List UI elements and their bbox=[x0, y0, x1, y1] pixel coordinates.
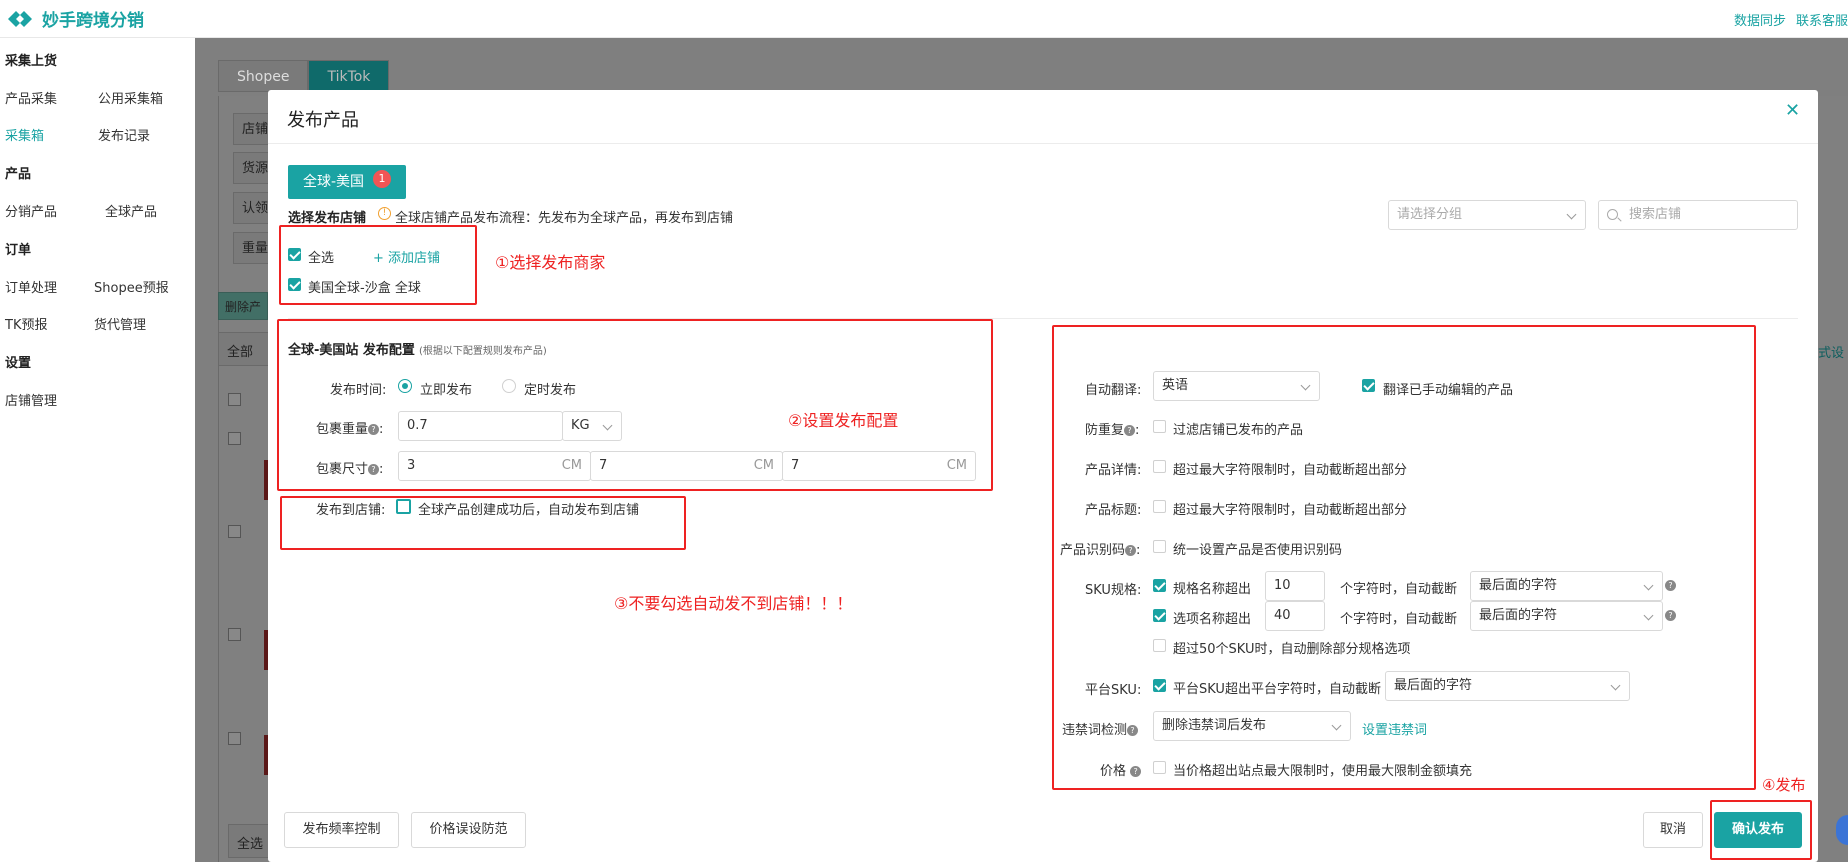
bg-checkbox bbox=[228, 393, 241, 406]
logo-icon bbox=[8, 10, 32, 27]
search-store-input[interactable]: 搜索店铺 bbox=[1598, 200, 1798, 230]
publish-frequency-button[interactable]: 发布频率控制 bbox=[284, 812, 399, 848]
sidebar-item-public-box[interactable]: 公用采集箱 bbox=[98, 88, 163, 107]
app-logo[interactable]: 妙手跨境分销 bbox=[6, 6, 144, 31]
chevron-down-icon bbox=[1566, 209, 1577, 220]
top-bar: 妙手跨境分销 数据同步 联系客服 bbox=[0, 0, 1848, 38]
bg-delete-button: 删除产 bbox=[218, 292, 268, 320]
annotation-box-right-config bbox=[1052, 325, 1756, 790]
sidebar-item-store-manage[interactable]: 店铺管理 bbox=[5, 390, 57, 409]
bg-checkbox bbox=[228, 628, 241, 641]
bg-right-link: 式设 bbox=[1818, 346, 1845, 361]
tab-tiktok[interactable]: TikTok bbox=[308, 60, 390, 92]
sidebar-group-settings: 设置 bbox=[5, 356, 32, 371]
modal-divider bbox=[268, 143, 1818, 144]
region-count-badge: 1 bbox=[373, 170, 391, 188]
price-error-guard-button[interactable]: 价格误设防范 bbox=[411, 812, 526, 848]
annotation-step4: ④发布 bbox=[1762, 776, 1806, 794]
sidebar-group-collect: 采集上货 bbox=[5, 54, 58, 69]
annotation-step1: ①选择发布商家 bbox=[495, 253, 606, 272]
group-select-placeholder: 请选择分组 bbox=[1397, 207, 1463, 222]
annotation-box-auto-publish bbox=[280, 496, 686, 550]
tab-shopee[interactable]: Shopee bbox=[218, 60, 309, 92]
annotation-step3: ③不要勾选自动发不到店铺！！！ bbox=[614, 594, 853, 613]
warning-icon: ! bbox=[378, 207, 391, 220]
sidebar-item-order-process[interactable]: 订单处理 bbox=[5, 277, 57, 296]
bg-checkbox bbox=[228, 432, 241, 445]
sync-data-link[interactable]: 数据同步 bbox=[1734, 10, 1786, 29]
sidebar-item-product-collect[interactable]: 产品采集 bbox=[5, 88, 57, 107]
sidebar-item-forwarder[interactable]: 货代管理 bbox=[94, 314, 146, 333]
sidebar-item-publish-records[interactable]: 发布记录 bbox=[98, 125, 150, 144]
group-select[interactable]: 请选择分组 bbox=[1388, 200, 1586, 230]
annotation-step2: ②设置发布配置 bbox=[788, 411, 899, 430]
sidebar-item-collect-box[interactable]: 采集箱 bbox=[5, 125, 44, 144]
close-icon[interactable]: ✕ bbox=[1785, 100, 1800, 121]
bg-checkbox bbox=[228, 525, 241, 538]
modal-title: 发布产品 bbox=[287, 110, 359, 131]
cancel-button[interactable]: 取消 bbox=[1643, 812, 1703, 848]
sidebar: 采集上货 产品采集 公用采集箱 采集箱 发布记录 产品 分销产品 全球产品 订单… bbox=[0, 38, 195, 862]
annotation-box-store bbox=[279, 225, 477, 305]
sidebar-item-shopee-forecast[interactable]: Shopee预报 bbox=[94, 277, 169, 296]
contact-service-link[interactable]: 联系客服 bbox=[1796, 10, 1848, 29]
sidebar-item-global-product[interactable]: 全球产品 bbox=[105, 201, 157, 220]
search-store-placeholder: 搜索店铺 bbox=[1629, 207, 1682, 222]
annotation-box-config bbox=[277, 319, 993, 491]
app-name: 妙手跨境分销 bbox=[42, 11, 144, 31]
annotation-box-confirm bbox=[1710, 800, 1812, 860]
floating-help-avatar[interactable] bbox=[1836, 815, 1848, 845]
flow-hint-text: 全球店铺产品发布流程：先发布为全球产品，再发布到店铺 bbox=[395, 211, 734, 226]
bg-checkbox bbox=[228, 732, 241, 745]
search-icon bbox=[1607, 209, 1618, 220]
sidebar-group-order: 订单 bbox=[5, 243, 32, 258]
sidebar-item-distribution-product[interactable]: 分销产品 bbox=[5, 201, 57, 220]
sidebar-item-tk-forecast[interactable]: TK预报 bbox=[5, 314, 47, 333]
background-platform-tabs: Shopee TikTok bbox=[218, 60, 390, 92]
sidebar-group-product: 产品 bbox=[5, 167, 32, 182]
select-store-label: 选择发布店铺 bbox=[288, 211, 367, 226]
